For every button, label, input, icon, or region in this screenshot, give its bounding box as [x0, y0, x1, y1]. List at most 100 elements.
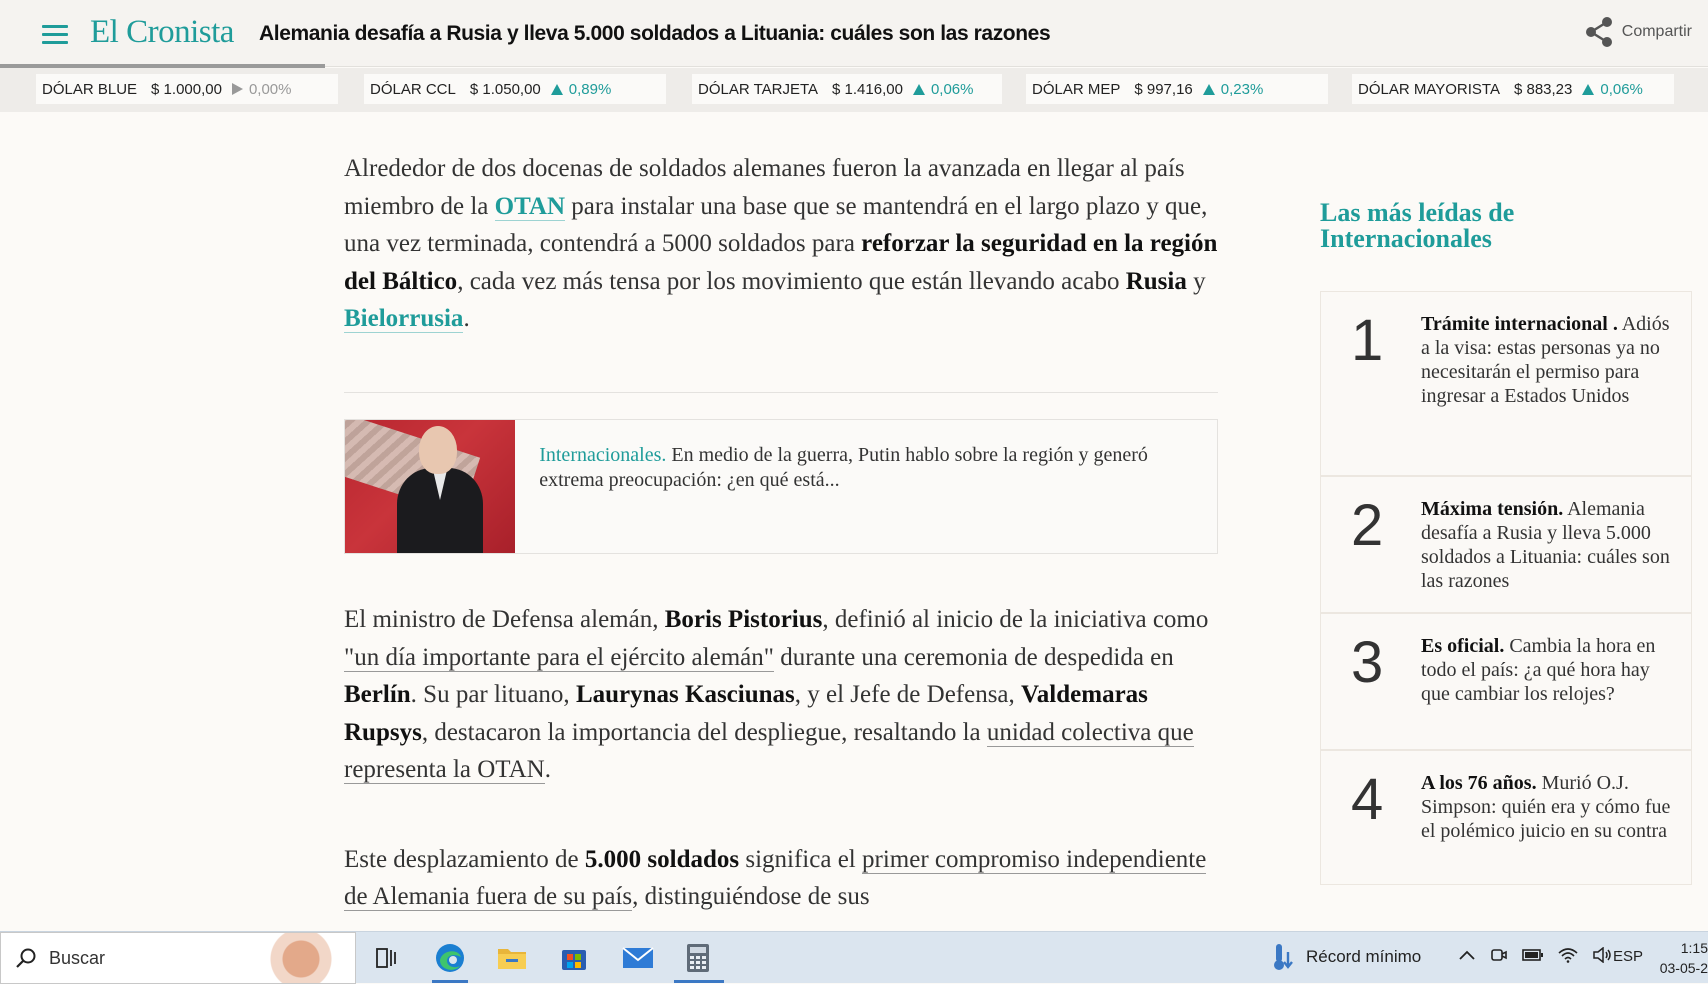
text: y	[1186, 267, 1206, 295]
divider	[344, 392, 1218, 393]
ticker-item[interactable]: DÓLAR BLUE $ 1.000,00 0,00%	[36, 74, 338, 104]
site-logo[interactable]: El Cronista	[90, 14, 234, 51]
search-highlight-image	[265, 933, 355, 983]
search-icon	[16, 948, 36, 968]
share-label: Compartir	[1621, 23, 1692, 40]
link-bielorrusia[interactable]: Bielorrusia	[344, 305, 464, 333]
ticker-item[interactable]: DÓLAR MAYORISTA $ 883,23 0,06%	[1352, 74, 1674, 104]
weather-widget[interactable]: Récord mínimo	[1270, 942, 1421, 972]
taskbar-search[interactable]: Buscar	[0, 932, 356, 984]
bold-text: Laurynas Kasciunas	[575, 681, 795, 708]
text: , cada vez más tensa por los movimiento …	[457, 267, 1126, 295]
text: , distinguiéndose de sus	[632, 883, 870, 910]
most-read-text: Máxima tensión. Alemania desafía a Rusia…	[1421, 497, 1681, 593]
ticker-price: $ 1.000,00	[151, 80, 222, 98]
store-icon[interactable]	[556, 940, 592, 976]
most-read-kicker: Es oficial.	[1421, 635, 1505, 657]
most-read-text: Es oficial. Cambia la hora en todo el pa…	[1421, 634, 1681, 706]
clock-date: 03-05-2	[1659, 960, 1708, 976]
meet-now-icon[interactable]	[1490, 946, 1508, 964]
ticker-item[interactable]: DÓLAR MEP $ 997,16 0,23%	[1026, 74, 1328, 104]
ticker-price: $ 997,16	[1134, 80, 1193, 98]
text: significa el	[739, 845, 862, 873]
clock[interactable]: 1:15 03-05-2	[1658, 938, 1708, 978]
trend-up-icon	[550, 83, 563, 95]
ticker-price: $ 883,23	[1513, 80, 1573, 98]
most-read-text: Trámite internacional . Adiós a la visa:…	[1421, 312, 1681, 408]
rank-number: 2	[1351, 493, 1384, 558]
bold-text: 5.000 soldados	[584, 845, 740, 873]
ticker-item[interactable]: DÓLAR CCL $ 1.050,00 0,89%	[364, 74, 666, 104]
ticker-name: DÓLAR MEP	[1032, 80, 1121, 98]
volume-icon[interactable]	[1592, 947, 1612, 963]
most-read-kicker: Trámite internacional .	[1421, 313, 1618, 335]
trend-up-icon	[1202, 83, 1215, 95]
link-otan[interactable]: OTAN	[494, 192, 566, 221]
text: .	[463, 305, 470, 332]
most-read-item[interactable]: 3 Es oficial. Cambia la hora en todo el …	[1320, 613, 1692, 750]
related-article-card[interactable]: Internacionales. En medio de la guerra, …	[344, 419, 1218, 554]
most-read-text: A los 76 años. Murió O.J. Simpson: quién…	[1421, 771, 1681, 843]
most-read-kicker: Máxima tensión.	[1421, 498, 1564, 520]
related-section: Internacionales.	[539, 444, 667, 466]
ticker-change: 0,23%	[1220, 80, 1264, 98]
thermometer-icon	[1274, 944, 1293, 970]
article-paragraph: Alrededor de dos docenas de soldados ale…	[344, 150, 1224, 338]
text: . Su par lituano,	[410, 681, 576, 708]
trend-flat-icon	[231, 83, 243, 95]
ticker-change: 0,89%	[568, 80, 612, 98]
search-placeholder: Buscar	[49, 947, 106, 968]
bold-text: Berlín	[344, 681, 411, 708]
ticker-name: DÓLAR BLUE	[42, 80, 138, 98]
text: durante una ceremonia de despedida en	[773, 643, 1174, 671]
clock-time: 1:15	[1680, 940, 1708, 956]
ticker-price: $ 1.050,00	[469, 80, 541, 98]
related-article-image	[345, 420, 516, 553]
battery-icon[interactable]	[1522, 948, 1544, 962]
ticker-name: DÓLAR CCL	[370, 80, 456, 98]
edge-icon[interactable]	[432, 940, 468, 976]
ticker-change: 0,06%	[930, 80, 974, 98]
text: .	[544, 756, 551, 783]
chevron-up-icon[interactable]	[1458, 949, 1476, 961]
bold-text: Rusia	[1125, 267, 1187, 295]
most-read-list: 1 Trámite internacional . Adiós a la vis…	[1320, 291, 1692, 885]
bold-text: Boris Pistorius	[664, 606, 823, 633]
article-body: Alrededor de dos docenas de soldados ale…	[344, 150, 1224, 338]
ticker-change: 0,06%	[1600, 80, 1643, 98]
mail-icon[interactable]	[620, 940, 656, 976]
most-read-item[interactable]: 2 Máxima tensión. Alemania desafía a Rus…	[1320, 476, 1692, 613]
task-view-icon[interactable]	[368, 940, 404, 976]
underlined-link[interactable]: "un día importante para el ejército alem…	[344, 643, 774, 672]
ticker-price: $ 1.416,00	[832, 80, 903, 98]
windows-taskbar: Buscar Récord mínimo ESP 1:15 03-05-2	[0, 931, 1708, 984]
wifi-icon[interactable]	[1558, 947, 1578, 963]
weather-label: Récord mínimo	[1306, 947, 1422, 966]
related-article-text: Internacionales. En medio de la guerra, …	[515, 420, 1217, 553]
text: , y el Jefe de Defensa,	[794, 681, 1022, 708]
ticker-name: DÓLAR TARJETA	[698, 80, 819, 98]
trend-up-icon	[912, 83, 925, 95]
most-read-title: Las más leídas de Internacionales	[1320, 198, 1515, 253]
input-language[interactable]: ESP	[1613, 948, 1643, 965]
share-button[interactable]: Compartir	[1584, 16, 1692, 48]
file-explorer-icon[interactable]	[494, 940, 530, 976]
rank-number: 4	[1351, 767, 1384, 832]
menu-icon[interactable]	[42, 25, 68, 44]
text: , destacaron la importancia del desplieg…	[421, 718, 987, 746]
share-icon	[1585, 17, 1612, 47]
article-body-continued: El ministro de Defensa alemán, Boris Pis…	[344, 601, 1224, 968]
article-paragraph: El ministro de Defensa alemán, Boris Pis…	[344, 601, 1224, 789]
text: Este desplazamiento de	[344, 845, 585, 873]
most-read-item[interactable]: 4 A los 76 años. Murió O.J. Simpson: qui…	[1320, 750, 1692, 885]
header-headline: Alemania desafía a Rusia y lleva 5.000 s…	[259, 22, 1051, 45]
currency-ticker: DÓLAR BLUE $ 1.000,00 0,00% DÓLAR CCL $ …	[0, 68, 1708, 112]
ticker-name: DÓLAR MAYORISTA	[1358, 80, 1500, 98]
rank-number: 1	[1351, 308, 1384, 373]
most-read-item[interactable]: 1 Trámite internacional . Adiós a la vis…	[1320, 291, 1692, 476]
ticker-item[interactable]: DÓLAR TARJETA $ 1.416,00 0,06%	[692, 74, 1002, 104]
site-header: El Cronista Alemania desafía a Rusia y l…	[0, 0, 1708, 68]
ticker-change: 0,00%	[248, 80, 292, 98]
text: , definió al inicio de la iniciativa com…	[822, 606, 1209, 633]
calculator-icon[interactable]	[680, 940, 716, 976]
